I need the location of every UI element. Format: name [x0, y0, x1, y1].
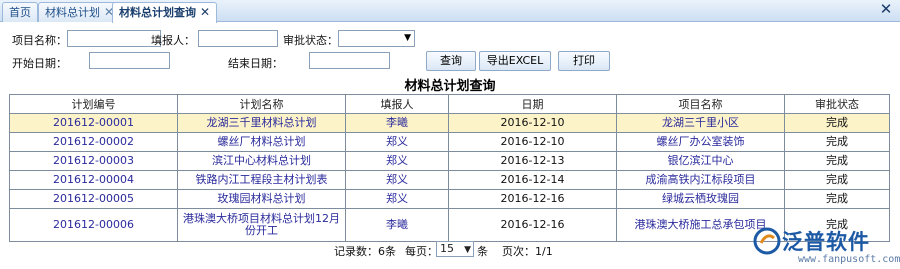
- results-table: 计划编号 计划名称 填报人 日期 项目名称 审批状态 201612-00001 …: [9, 94, 890, 242]
- plan-name-link[interactable]: 龙湖三千里材料总计划: [177, 113, 346, 133]
- chevron-down-icon: ▼: [464, 245, 471, 255]
- table-row[interactable]: 201612-00002 螺丝厂材料总计划 郑义 2016-12-10 螺丝厂办…: [9, 132, 890, 152]
- brand-url: www.fanpusoft.com: [798, 254, 900, 265]
- approval-status-cell: 完成: [784, 113, 890, 133]
- plan-name-link[interactable]: 滨江中心材料总计划: [177, 151, 346, 171]
- approval-status-cell: 完成: [784, 170, 890, 190]
- table-row[interactable]: 201612-00003 滨江中心材料总计划 郑义 2016-12-13 银亿滨…: [9, 151, 890, 171]
- plan-no-link[interactable]: 201612-00001: [9, 113, 178, 133]
- filler-link[interactable]: 郑义: [345, 189, 449, 209]
- column-header-filler[interactable]: 填报人: [345, 94, 449, 114]
- close-window-icon[interactable]: ✕: [878, 2, 894, 18]
- tab-home[interactable]: 首页: [2, 2, 38, 22]
- filler-link[interactable]: 郑义: [345, 132, 449, 152]
- date-cell: 2016-12-10: [448, 132, 617, 152]
- plan-name-link[interactable]: 玫瑰园材料总计划: [177, 189, 346, 209]
- tab-material-plan-query[interactable]: 材料总计划查询 ✕: [112, 2, 218, 23]
- print-button[interactable]: 打印: [558, 51, 610, 71]
- approval-status-select[interactable]: ▼: [338, 30, 415, 47]
- record-count: 记录数：6条: [334, 245, 396, 258]
- chevron-down-icon: ▼: [404, 33, 411, 43]
- brand-mark-icon: [753, 227, 781, 255]
- start-date-label: 开始日期：: [12, 57, 67, 70]
- end-date-label: 结束日期：: [228, 57, 283, 70]
- page-indicator: 页次：1/1: [502, 245, 553, 258]
- filler-link[interactable]: 郑义: [345, 170, 449, 190]
- filler-label: 填报人：: [151, 34, 195, 47]
- table-row[interactable]: 201612-00004 铁路内江工程段主材计划表 郑义 2016-12-14 …: [9, 170, 890, 190]
- project-name-link[interactable]: 龙湖三千里小区: [616, 113, 785, 133]
- per-page-label: 每页：: [405, 245, 438, 258]
- column-header-plan-no[interactable]: 计划编号: [9, 94, 178, 114]
- table-row[interactable]: 201612-00005 玫瑰园材料总计划 郑义 2016-12-16 绿城云栖…: [9, 189, 890, 209]
- plan-no-link[interactable]: 201612-00004: [9, 170, 178, 190]
- column-header-date[interactable]: 日期: [448, 94, 617, 114]
- tab-label: 首页: [9, 6, 31, 19]
- per-page-select[interactable]: 15 ▼: [436, 241, 474, 257]
- brand-name: 泛普软件: [782, 230, 870, 254]
- project-name-link[interactable]: 螺丝厂办公室装饰: [616, 132, 785, 152]
- approval-status-label: 审批状态：: [283, 34, 338, 47]
- per-page-unit: 条: [477, 245, 488, 258]
- filler-link[interactable]: 李曦: [345, 208, 449, 242]
- column-header-project-name[interactable]: 项目名称: [616, 94, 785, 114]
- query-button[interactable]: 查询: [426, 51, 476, 71]
- export-excel-button[interactable]: 导出EXCEL: [479, 51, 551, 71]
- project-name-input[interactable]: [67, 30, 161, 47]
- table-row[interactable]: 201612-00001 龙湖三千里材料总计划 李曦 2016-12-10 龙湖…: [9, 113, 890, 133]
- page-title: 材料总计划查询: [404, 79, 496, 94]
- per-page-value: 15: [440, 242, 454, 255]
- plan-no-link[interactable]: 201612-00006: [9, 208, 178, 242]
- tab-material-plan[interactable]: 材料总计划 ✕: [38, 2, 122, 22]
- filler-input[interactable]: [198, 30, 278, 47]
- plan-name-link[interactable]: 螺丝厂材料总计划: [177, 132, 346, 152]
- filler-link[interactable]: 郑义: [345, 151, 449, 171]
- column-header-approval-status[interactable]: 审批状态: [784, 94, 890, 114]
- end-date-input[interactable]: [309, 52, 390, 69]
- tab-label: 材料总计划查询: [119, 6, 196, 19]
- close-icon[interactable]: ✕: [200, 3, 210, 22]
- date-cell: 2016-12-10: [448, 113, 617, 133]
- date-cell: 2016-12-13: [448, 151, 617, 171]
- plan-no-link[interactable]: 201612-00003: [9, 151, 178, 171]
- plan-name-link[interactable]: 港珠澳大桥项目材料总计划12月份开工: [177, 208, 346, 242]
- tab-bar: 首页 材料总计划 ✕ 材料总计划查询 ✕ ✕: [0, 0, 900, 23]
- date-cell: 2016-12-16: [448, 208, 617, 242]
- approval-status-cell: 完成: [784, 189, 890, 209]
- column-header-plan-name[interactable]: 计划名称: [177, 94, 346, 114]
- approval-status-cell: 完成: [784, 151, 890, 171]
- plan-no-link[interactable]: 201612-00002: [9, 132, 178, 152]
- project-name-label: 项目名称：: [12, 34, 67, 47]
- project-name-link[interactable]: 银亿滨江中心: [616, 151, 785, 171]
- plan-no-link[interactable]: 201612-00005: [9, 189, 178, 209]
- date-cell: 2016-12-16: [448, 189, 617, 209]
- plan-name-link[interactable]: 铁路内江工程段主材计划表: [177, 170, 346, 190]
- brand-logo: 泛普软件 www.fanpusoft.com: [752, 226, 900, 268]
- approval-status-cell: 完成: [784, 132, 890, 152]
- table-header-row: 计划编号 计划名称 填报人 日期 项目名称 审批状态: [9, 94, 890, 114]
- project-name-link[interactable]: 成渝高铁内江标段项目: [616, 170, 785, 190]
- tab-label: 材料总计划: [45, 6, 100, 19]
- date-cell: 2016-12-14: [448, 170, 617, 190]
- filler-link[interactable]: 李曦: [345, 113, 449, 133]
- start-date-input[interactable]: [89, 52, 170, 69]
- project-name-link[interactable]: 绿城云栖玫瑰园: [616, 189, 785, 209]
